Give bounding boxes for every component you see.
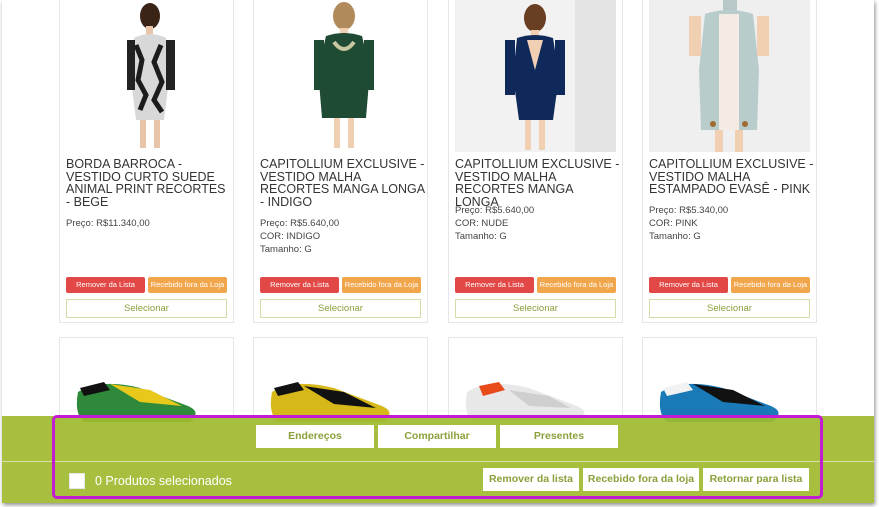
product-title: CAPITOLLIUM EXCLUSIVE - VESTIDO MALHA ES… xyxy=(649,157,814,196)
product-size: Tamanho: G xyxy=(649,231,701,242)
select-button[interactable]: Selecionar xyxy=(260,299,421,318)
product-title: BORDA BARROCA - VESTIDO CURTO SUEDE ANIM… xyxy=(66,157,226,209)
product-title: CAPITOLLIUM EXCLUSIVE - VESTIDO MALHA RE… xyxy=(260,157,425,209)
remove-from-list-button[interactable]: Remover da Lista xyxy=(260,277,339,293)
product-list-page: BORDA BARROCA - VESTIDO CURTO SUEDE ANIM… xyxy=(2,0,874,503)
select-button[interactable]: Selecionar xyxy=(66,299,227,318)
dress-image xyxy=(455,0,616,152)
product-size: Tamanho: G xyxy=(260,244,312,255)
product-price: Preço: R$5.640,00 xyxy=(455,205,535,216)
received-outside-store-button[interactable]: Recebido fora da Loja xyxy=(148,277,227,293)
product-card: CAPITOLLIUM EXCLUSIVE - VESTIDO MALHA RE… xyxy=(253,0,428,323)
remove-from-list-button[interactable]: Remover da Lista xyxy=(649,277,728,293)
product-price: Preço: R$5.340,00 xyxy=(649,205,729,216)
product-color: COR: INDIGO xyxy=(260,231,321,242)
product-card: BORDA BARROCA - VESTIDO CURTO SUEDE ANIM… xyxy=(59,0,234,323)
product-size: Tamanho: G xyxy=(455,231,507,242)
select-button[interactable]: Selecionar xyxy=(649,299,810,318)
product-card: CAPITOLLIUM EXCLUSIVE - VESTIDO MALHA RE… xyxy=(448,0,623,323)
dress-image xyxy=(66,0,227,152)
product-price: Preço: R$5.640,00 xyxy=(260,218,340,229)
received-outside-store-button[interactable]: Recebido fora da Loja xyxy=(342,277,421,293)
select-button[interactable]: Selecionar xyxy=(455,299,616,318)
product-card xyxy=(448,337,623,427)
product-title: CAPITOLLIUM EXCLUSIVE - VESTIDO MALHA RE… xyxy=(455,157,620,209)
remove-from-list-button[interactable]: Remover da Lista xyxy=(66,277,145,293)
received-outside-store-button[interactable]: Recebido fora da Loja xyxy=(537,277,616,293)
dress-image xyxy=(649,0,810,152)
product-card xyxy=(59,337,234,427)
product-color: COR: NUDE xyxy=(455,218,509,229)
dress-image xyxy=(260,0,421,152)
product-price: Preço: R$11.340,00 xyxy=(66,218,150,229)
product-card: CAPITOLLIUM EXCLUSIVE - VESTIDO MALHA ES… xyxy=(642,0,817,323)
product-color: COR: PINK xyxy=(649,218,698,229)
received-outside-store-button[interactable]: Recebido fora da Loja xyxy=(731,277,810,293)
highlight-frame xyxy=(52,415,823,499)
remove-from-list-button[interactable]: Remover da Lista xyxy=(455,277,534,293)
product-card xyxy=(253,337,428,427)
product-card xyxy=(642,337,817,427)
